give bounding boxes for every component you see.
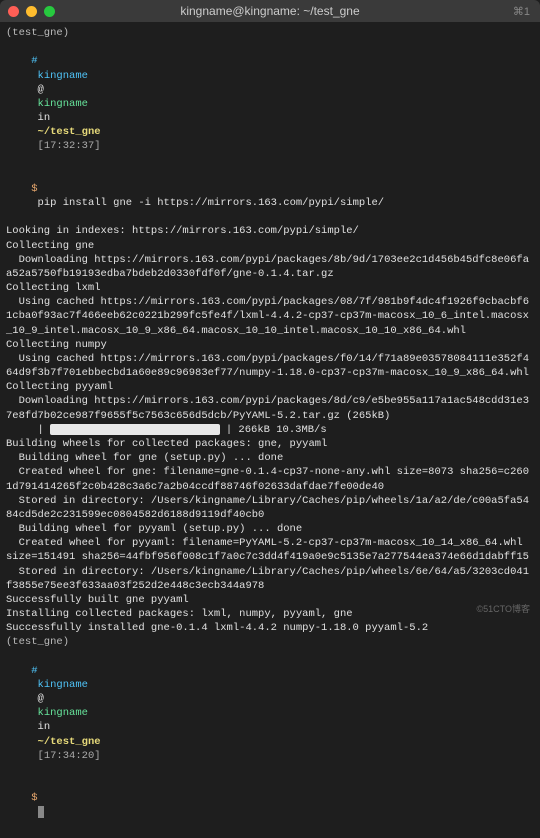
titlebar: kingname@kingname: ~/test_gne ⌘1	[0, 0, 540, 22]
prompt-in: in	[38, 112, 51, 124]
output-line: Successfully installed gne-0.1.4 lxml-4.…	[6, 621, 534, 635]
prompt-line-1: # kingname @ kingname in ~/test_gne [17:…	[6, 40, 534, 168]
output-line: Successfully built gne pyyaml	[6, 593, 534, 607]
window-title: kingname@kingname: ~/test_gne	[0, 4, 540, 18]
prompt-in: in	[38, 721, 51, 733]
output-line: Collecting gne	[6, 239, 534, 253]
prompt-user: kingname	[38, 679, 88, 691]
prompt-time: [17:34:20]	[38, 750, 101, 762]
output-line: Using cached https://mirrors.163.com/pyp…	[6, 352, 534, 380]
output-line: Created wheel for pyyaml: filename=PyYAM…	[6, 536, 534, 564]
output-line: Downloading https://mirrors.163.com/pypi…	[6, 394, 534, 422]
watermark: ©51CTO博客	[477, 602, 530, 615]
prompt-path: ~/test_gne	[38, 126, 101, 138]
prompt-dollar: $	[31, 792, 37, 804]
output-line: Looking in indexes: https://mirrors.163.…	[6, 224, 534, 238]
cursor-icon	[38, 806, 44, 818]
prompt-line-2: # kingname @ kingname in ~/test_gne [17:…	[6, 650, 534, 778]
progress-right: | 266kB 10.3MB/s	[226, 423, 327, 437]
command-text: pip install gne -i https://mirrors.163.c…	[38, 197, 385, 209]
command-line-2[interactable]: $	[6, 777, 534, 834]
venv-label: (test_gne)	[6, 26, 534, 40]
terminal-content[interactable]: (test_gne) # kingname @ kingname in ~/te…	[0, 22, 540, 838]
output-line: Building wheel for pyyaml (setup.py) ...…	[6, 522, 534, 536]
prompt-hash: #	[31, 55, 37, 67]
window-shortcut: ⌘1	[513, 5, 530, 18]
prompt-hash: #	[31, 665, 37, 677]
prompt-time: [17:32:37]	[38, 140, 101, 152]
output-line: Collecting pyyaml	[6, 380, 534, 394]
output-line: Collecting lxml	[6, 281, 534, 295]
prompt-path: ~/test_gne	[38, 736, 101, 748]
output-line: Collecting numpy	[6, 338, 534, 352]
output-line: Created wheel for gne: filename=gne-0.1.…	[6, 465, 534, 493]
output-line: Building wheels for collected packages: …	[6, 437, 534, 451]
output-line: Downloading https://mirrors.163.com/pypi…	[6, 253, 534, 281]
prompt-host: kingname	[38, 98, 88, 110]
prompt-user: kingname	[38, 70, 88, 82]
output-line: Stored in directory: /Users/kingname/Lib…	[6, 565, 534, 593]
venv-label: (test_gne)	[6, 635, 534, 649]
output-line: Installing collected packages: lxml, num…	[6, 607, 534, 621]
prompt-at: @	[38, 84, 44, 96]
command-line-1: $ pip install gne -i https://mirrors.163…	[6, 168, 534, 225]
output-line: Stored in directory: /Users/kingname/Lib…	[6, 494, 534, 522]
progress-bar	[50, 424, 220, 435]
prompt-host: kingname	[38, 707, 88, 719]
prompt-at: @	[38, 693, 44, 705]
progress-line: | | 266kB 10.3MB/s	[6, 423, 534, 437]
prompt-dollar: $	[31, 183, 37, 195]
output-line: Building wheel for gne (setup.py) ... do…	[6, 451, 534, 465]
progress-left: |	[6, 423, 44, 437]
output-line: Using cached https://mirrors.163.com/pyp…	[6, 295, 534, 338]
